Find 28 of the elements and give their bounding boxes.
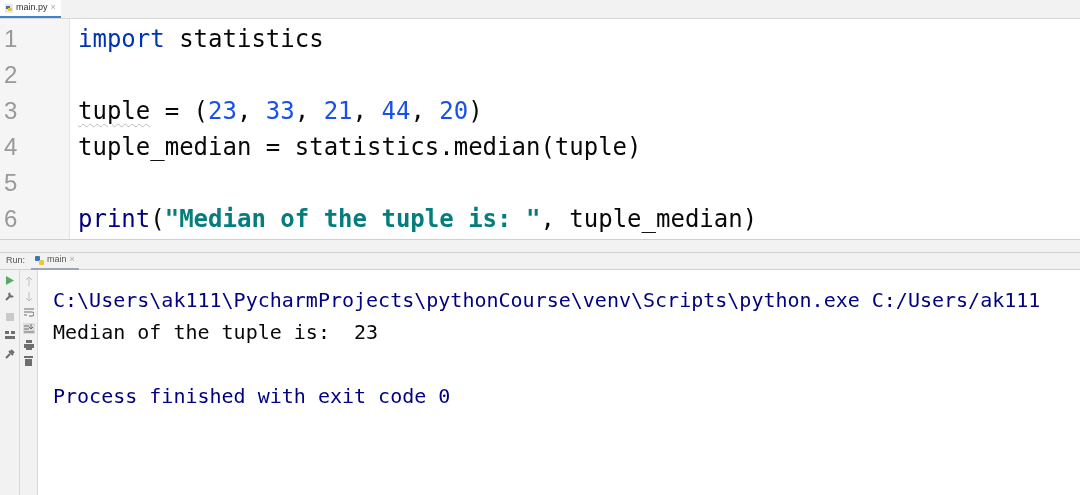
print-icon[interactable] [23, 340, 34, 350]
line-number: 6 [3, 204, 19, 234]
code-line: import statistics [78, 24, 325, 55]
run-tab[interactable]: main × [31, 252, 79, 270]
code-line: tuple_median = statistics.median(tuple) [78, 132, 643, 163]
line-number: 1 [3, 24, 19, 54]
code-line: tuple = (23, 33, 21, 44, 20) [78, 96, 484, 127]
python-file-icon [5, 3, 13, 13]
console-line: Median of the tuple is: 23 [53, 319, 380, 346]
tab-label: main [47, 253, 67, 267]
python-icon [35, 255, 44, 265]
run-label: Run: [5, 254, 26, 268]
line-number: 2 [3, 60, 19, 90]
editor-tab[interactable]: main.py × [0, 0, 61, 18]
line-number: 4 [3, 132, 19, 162]
console-line: C:\Users\ak111\PycharmProjects\pythonCourse\venv\Scripts\python.exe C:/Users/ak111 [53, 287, 1042, 314]
trash-icon[interactable] [24, 356, 33, 366]
scroll-end-icon[interactable] [22, 323, 35, 334]
wrench-icon[interactable] [4, 291, 15, 301]
wrap-icon[interactable] [23, 308, 34, 317]
line-number: 3 [3, 96, 19, 126]
pin-icon[interactable] [4, 349, 15, 359]
tab-label: main.py [16, 1, 48, 15]
code-line: print("Median of the tuple is: ", tuple_median) [78, 204, 759, 235]
line-number: 5 [3, 168, 19, 198]
layout-icon[interactable] [4, 331, 15, 339]
console-line: Process finished with exit code 0 [53, 383, 452, 410]
run-icon[interactable] [5, 276, 14, 285]
